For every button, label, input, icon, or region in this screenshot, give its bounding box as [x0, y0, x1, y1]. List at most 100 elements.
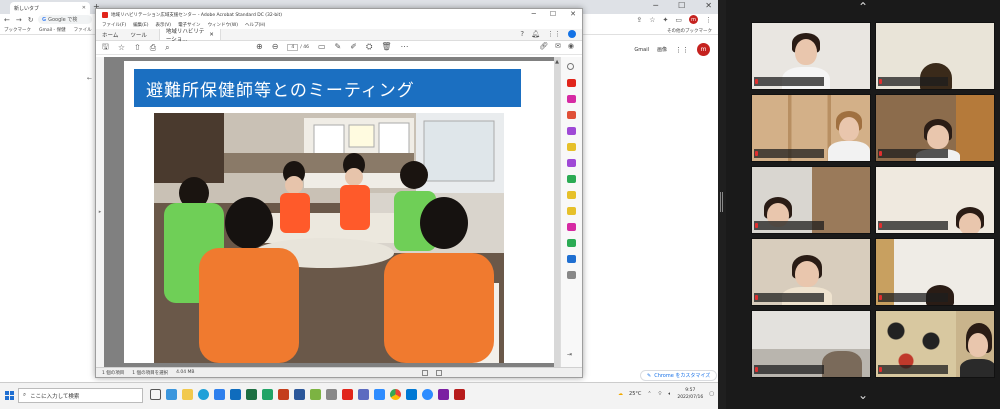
- customize-chrome-button[interactable]: ✎ Chrome をカスタマイズ: [640, 370, 718, 381]
- highlight-icon[interactable]: ✐: [350, 42, 357, 52]
- app-icon-16[interactable]: [406, 389, 417, 400]
- share-icon[interactable]: ⇪: [636, 16, 642, 24]
- side-back-icon[interactable]: ←: [87, 75, 92, 82]
- word-icon[interactable]: [294, 389, 305, 400]
- participant-tile-9[interactable]: [751, 310, 871, 378]
- notepad-icon[interactable]: [310, 389, 321, 400]
- app-icon-17[interactable]: [422, 389, 433, 400]
- tab-document[interactable]: 地域リハビリテーショ... ✕: [158, 29, 221, 43]
- apps-grid-icon[interactable]: ⋮⋮: [675, 46, 689, 54]
- upload-icon[interactable]: ⇧: [134, 43, 141, 52]
- close-tab-icon[interactable]: ✕: [82, 5, 86, 11]
- menu-file[interactable]: ファイル(F): [102, 22, 126, 28]
- menu-icon[interactable]: ⋮: [705, 16, 712, 24]
- protect-icon[interactable]: [567, 191, 576, 199]
- widgets-icon[interactable]: [166, 389, 177, 400]
- tiles-view-icon[interactable]: [436, 369, 442, 376]
- export-pdf-icon[interactable]: [567, 111, 576, 119]
- tray-chevron-icon[interactable]: ⌃: [647, 391, 651, 397]
- comment-icon[interactable]: ▭: [318, 42, 326, 52]
- more-icon[interactable]: ⋯: [401, 42, 409, 52]
- store-icon[interactable]: [214, 389, 225, 400]
- bookmark-apps[interactable]: ブックマーク: [4, 27, 31, 33]
- sidepanel-icon[interactable]: ▭: [675, 16, 682, 24]
- tab-tools[interactable]: ツール: [124, 29, 153, 40]
- reload-icon[interactable]: ↻: [28, 16, 34, 24]
- more-tools-icon[interactable]: [567, 271, 576, 279]
- scan-ocr-icon[interactable]: [567, 175, 576, 183]
- participant-tile-6[interactable]: [875, 166, 995, 234]
- mail-icon[interactable]: ✉: [555, 42, 561, 50]
- next-page-icon[interactable]: ⊖: [272, 42, 279, 52]
- comment-tool-icon[interactable]: [567, 143, 576, 151]
- prev-page-icon[interactable]: ⊕: [256, 42, 263, 52]
- fill-sign-icon[interactable]: [567, 159, 576, 167]
- help-icon[interactable]: ?: [520, 30, 524, 38]
- excel-2-icon[interactable]: [262, 389, 273, 400]
- gmail-link[interactable]: Gmail: [634, 47, 649, 53]
- acrobat-minimize-icon[interactable]: ─: [532, 10, 536, 18]
- browser-tab[interactable]: 新しいタブ ✕: [10, 2, 90, 14]
- delete-icon[interactable]: 🗑︎: [381, 42, 391, 52]
- shield-icon[interactable]: [567, 255, 576, 263]
- volume-icon[interactable]: 🔈︎: [668, 391, 671, 397]
- excel-icon[interactable]: [246, 389, 257, 400]
- details-view-icon[interactable]: [422, 369, 428, 376]
- network-icon[interactable]: ⌔: [658, 391, 663, 397]
- apps-icon[interactable]: ⋮⋮: [547, 30, 561, 38]
- account-share-icon[interactable]: ◉: [568, 42, 574, 50]
- pen-icon[interactable]: ✎: [335, 42, 342, 52]
- bookmark-star-icon[interactable]: ☆: [649, 16, 655, 24]
- acrobat-taskbar-icon[interactable]: [342, 389, 353, 400]
- page-number-input[interactable]: 4: [287, 43, 299, 51]
- collapse-pane-icon[interactable]: ⇥: [567, 351, 576, 359]
- print-production-icon[interactable]: [567, 239, 576, 247]
- weather-icon[interactable]: ☁: [618, 391, 623, 397]
- chrome-taskbar-icon[interactable]: [390, 389, 401, 400]
- menu-edit[interactable]: 編集(E): [133, 22, 148, 28]
- maximize-icon[interactable]: ☐: [678, 1, 685, 10]
- weather-temp[interactable]: 25°C: [629, 391, 641, 397]
- acrobat-close-icon[interactable]: ✕: [570, 10, 576, 18]
- acrobat-pinned-icon[interactable]: [454, 389, 465, 400]
- app-icon-18[interactable]: [438, 389, 449, 400]
- participant-tile-10[interactable]: [875, 310, 995, 378]
- compare-icon[interactable]: [567, 223, 576, 231]
- star-icon[interactable]: ☆: [118, 43, 125, 52]
- acrobat-maximize-icon[interactable]: ☐: [550, 10, 556, 18]
- participant-tile-8[interactable]: [875, 238, 995, 306]
- gallery-down-icon[interactable]: ⌄: [848, 388, 878, 402]
- zoom-search-icon[interactable]: ⌕: [165, 43, 169, 53]
- participant-tile-4[interactable]: [875, 94, 995, 162]
- profile-avatar[interactable]: m: [689, 15, 698, 24]
- menu-window[interactable]: ウィンドウ(W): [208, 22, 238, 28]
- zoom-tool-icon[interactable]: [567, 63, 574, 70]
- edge-icon[interactable]: [198, 389, 209, 400]
- resize-grip-icon[interactable]: [720, 192, 723, 212]
- powerpoint-icon[interactable]: [278, 389, 289, 400]
- clock[interactable]: 9:57 2022/07/16: [677, 387, 703, 401]
- bookmark-gmail[interactable]: Gmail - 保健: [39, 27, 66, 33]
- zoom-taskbar-icon[interactable]: [374, 389, 385, 400]
- bookmark-folder[interactable]: ファイル: [74, 27, 92, 33]
- send-comments-icon[interactable]: [567, 207, 576, 215]
- print-icon[interactable]: ⎙: [150, 43, 156, 53]
- google-account-avatar[interactable]: m: [697, 43, 710, 56]
- close-icon[interactable]: ✕: [705, 1, 712, 10]
- forward-icon[interactable]: →: [16, 16, 22, 24]
- task-view-icon[interactable]: [150, 389, 161, 400]
- app-icon-13[interactable]: [358, 389, 369, 400]
- share-link-icon[interactable]: 🔗︎: [539, 42, 548, 50]
- close-document-icon[interactable]: ✕: [209, 32, 214, 38]
- file-explorer-icon[interactable]: [182, 389, 193, 400]
- participant-tile-5[interactable]: [751, 166, 871, 234]
- account-icon[interactable]: [568, 30, 576, 38]
- other-bookmarks[interactable]: その他のブックマーク: [667, 28, 712, 34]
- images-link[interactable]: 画像: [657, 46, 667, 53]
- notifications-icon[interactable]: ▢: [709, 391, 714, 397]
- tab-home[interactable]: ホーム: [96, 29, 124, 40]
- participant-tile-2[interactable]: [875, 22, 995, 90]
- extensions-icon[interactable]: ✦: [663, 16, 669, 24]
- create-pdf-icon[interactable]: [567, 79, 576, 87]
- save-icon[interactable]: 🖫: [102, 41, 109, 55]
